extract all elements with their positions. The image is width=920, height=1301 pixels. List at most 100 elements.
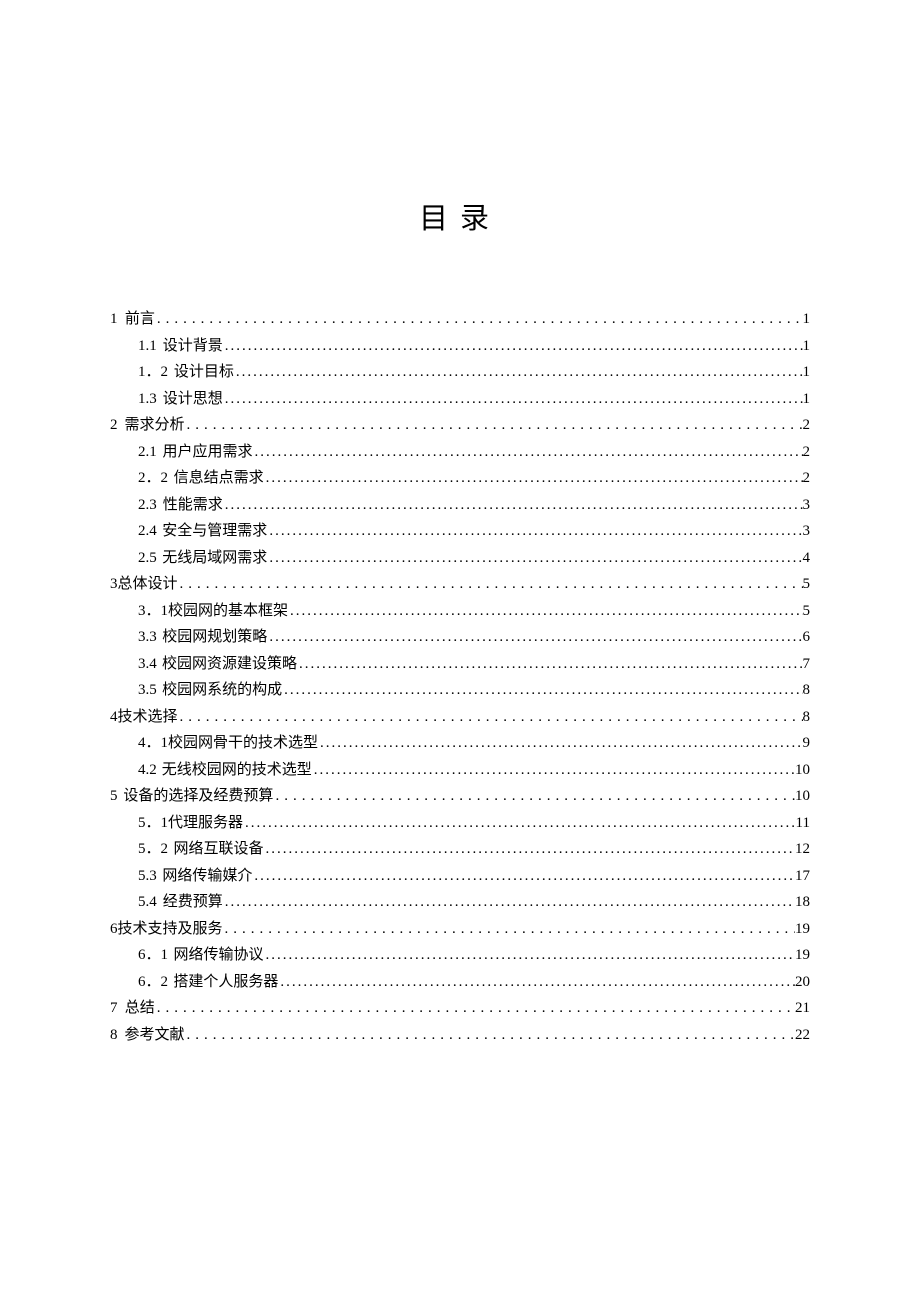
- toc-entry-label: 无线局域网需求: [162, 546, 267, 570]
- toc-entry-number: 1.3: [138, 387, 157, 411]
- toc-entry: 3.3校园网规划策略..............................…: [110, 625, 810, 649]
- toc-entry-page: 6: [803, 625, 811, 649]
- toc-leader-dots: ........................................…: [185, 413, 803, 437]
- toc-entry-number: 1: [110, 307, 118, 331]
- toc-entry-number: 1．2: [138, 360, 168, 384]
- toc-leader-dots: ........................................…: [267, 625, 802, 649]
- toc-entry-page: 19: [795, 917, 810, 941]
- toc-entry-label: 设计背景: [163, 334, 223, 358]
- toc-entry: 1.1设计背景.................................…: [110, 334, 810, 358]
- toc-entry-label: 网络传输协议: [174, 943, 264, 967]
- toc-entry-label: 设计思想: [163, 387, 223, 411]
- toc-leader-dots: ........................................…: [223, 334, 803, 358]
- toc-entry-page: 9: [803, 731, 811, 755]
- toc-entry-number: 6: [110, 917, 118, 941]
- toc-entry-page: 18: [795, 890, 810, 914]
- toc-entry-label: 参考文献: [124, 1023, 184, 1047]
- toc-leader-dots: ........................................…: [318, 731, 802, 755]
- toc-entry-page: 22: [795, 1023, 810, 1047]
- toc-leader-dots: ........................................…: [155, 996, 795, 1020]
- toc-entry: 1.3 设计思想.................................…: [110, 387, 810, 411]
- toc-entry-number: 5．1: [138, 811, 168, 835]
- toc-entry: 6．1网络传输协议...............................…: [110, 943, 810, 967]
- toc-entry-label: 网络传输媒介: [162, 864, 252, 888]
- toc-leader-dots: ........................................…: [267, 519, 802, 543]
- toc-entry-label: 设备的选择及经费预算: [123, 784, 273, 808]
- toc-entry-number: 3: [110, 572, 118, 596]
- toc-leader-dots: ........................................…: [264, 943, 795, 967]
- toc-entry-number: 3.5: [138, 678, 157, 702]
- toc-entry-page: 10: [795, 784, 810, 808]
- toc-entry-page: 3: [803, 493, 811, 517]
- toc-entry-number: 6．2: [138, 970, 168, 994]
- toc-entry-label: 信息结点需求: [174, 466, 264, 490]
- toc-entry: 8参考文献...................................…: [110, 1023, 810, 1047]
- toc-entry: 5设备的选择及经费预算.............................…: [110, 784, 810, 808]
- toc-entry-label: 技术支持及服务: [118, 917, 223, 941]
- toc-entry-page: 12: [795, 837, 810, 861]
- toc-entry-label: 校园网的基本框架: [168, 599, 288, 623]
- toc-leader-dots: ........................................…: [223, 890, 795, 914]
- toc-leader-dots: ........................................…: [223, 387, 803, 411]
- toc-entry: 3.4校园网资源建设策略............................…: [110, 652, 810, 676]
- toc-entry-label: 搭建个人服务器: [173, 970, 278, 994]
- toc-entry-number: 5.4: [138, 890, 157, 914]
- toc-entry-page: 4: [803, 546, 811, 570]
- toc-leader-dots: ........................................…: [297, 652, 803, 676]
- toc-leader-dots: ........................................…: [223, 493, 803, 517]
- toc-leader-dots: ........................................…: [267, 546, 802, 570]
- toc-entry-page: 20: [795, 970, 810, 994]
- toc-entry-label: 代理服务器: [168, 811, 243, 835]
- toc-entry: 2.3性能需求.................................…: [110, 493, 810, 517]
- toc-entry-page: 7: [803, 652, 811, 676]
- toc-entry-number: 6．1: [138, 943, 168, 967]
- toc-entry-label: 校园网骨干的技术选型: [168, 731, 318, 755]
- toc-entry-page: 5: [803, 572, 811, 596]
- toc-entry-number: 4.2: [138, 758, 157, 782]
- toc-entry: 4．1校园网骨干的技术选型...........................…: [110, 731, 810, 755]
- toc-entry-number: 8: [110, 1023, 118, 1047]
- toc-entry-number: 5: [110, 784, 118, 808]
- toc-entry-page: 8: [803, 705, 811, 729]
- toc-entry-page: 5: [803, 599, 811, 623]
- toc-entry: 2.1用户应用需求...............................…: [110, 440, 810, 464]
- toc-entry: 3．1校园网的基本框架.............................…: [110, 599, 810, 623]
- toc-leader-dots: ........................................…: [278, 970, 795, 994]
- toc-entry: 2需求分析...................................…: [110, 413, 810, 437]
- toc-entry-page: 1: [803, 334, 811, 358]
- toc-entry-number: 2.3: [138, 493, 157, 517]
- toc-entry-label: 校园网系统的构成: [162, 678, 282, 702]
- toc-entry: 5．1代理服务器................................…: [110, 811, 810, 835]
- toc-entry-page: 1: [803, 307, 811, 331]
- toc-entry: 3总体设计...................................…: [110, 572, 810, 596]
- toc-leader-dots: ........................................…: [273, 784, 795, 808]
- toc-entry: 4技术选择...................................…: [110, 705, 810, 729]
- toc-entry-number: 4．1: [138, 731, 168, 755]
- toc-entry-page: 19: [795, 943, 810, 967]
- toc-leader-dots: ........................................…: [252, 864, 795, 888]
- toc-entry-number: 2: [110, 413, 118, 437]
- toc-entry-page: 1: [803, 360, 811, 384]
- toc-entry: 1前言.....................................…: [110, 307, 810, 331]
- toc-leader-dots: ........................................…: [184, 1023, 795, 1047]
- toc-entry-page: 8: [803, 678, 811, 702]
- toc-entry-number: 7: [110, 996, 118, 1020]
- toc-entry-label: 校园网规划策略: [162, 625, 267, 649]
- page-title: 目录: [110, 195, 810, 237]
- toc-entry-page: 17: [795, 864, 810, 888]
- toc-leader-dots: ........................................…: [264, 837, 795, 861]
- toc-entry-number: 2．2: [138, 466, 168, 490]
- toc-entry: 7 总结.....................................…: [110, 996, 810, 1020]
- table-of-contents: 1前言.....................................…: [110, 307, 810, 1047]
- toc-entry: 6技术支持及服务................................…: [110, 917, 810, 941]
- toc-leader-dots: ........................................…: [282, 678, 802, 702]
- toc-entry-label: 总结: [125, 996, 155, 1020]
- toc-entry: 4.2无线校园网的技术选型...........................…: [110, 758, 810, 782]
- toc-entry: 1．2设计目标.................................…: [110, 360, 810, 384]
- toc-entry: 2.5无线局域网需求..............................…: [110, 546, 810, 570]
- toc-entry-number: 2.1: [138, 440, 157, 464]
- toc-entry-number: 3.4: [138, 652, 157, 676]
- toc-entry-label: 经费预算: [163, 890, 223, 914]
- toc-entry-page: 21: [795, 996, 810, 1020]
- toc-entry-page: 2: [803, 440, 811, 464]
